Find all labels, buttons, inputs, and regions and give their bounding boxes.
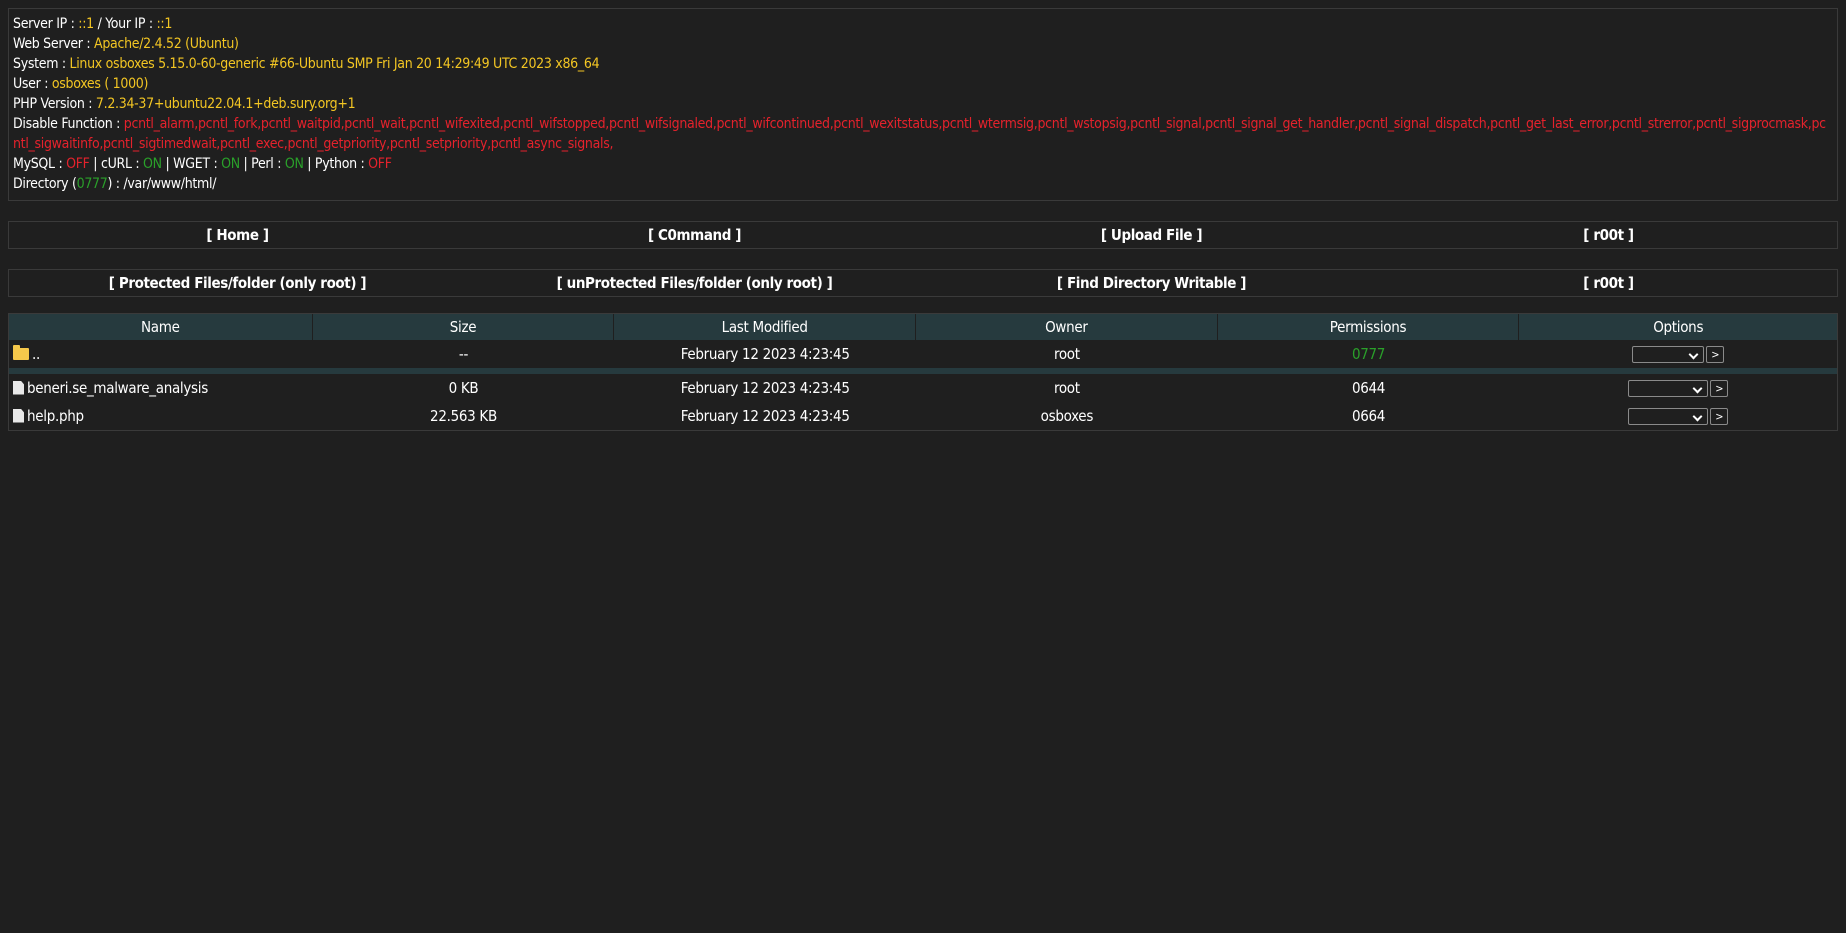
options-select[interactable] bbox=[1628, 380, 1709, 397]
file-owner: root bbox=[1053, 379, 1080, 397]
page: Server IP : ::1 / Your IP : ::1 Web Serv… bbox=[0, 0, 1846, 431]
file-size: 22.563 KB bbox=[430, 407, 497, 425]
file-size: 0 KB bbox=[448, 379, 479, 397]
file-table-header: Name Size Last Modified Owner Permission… bbox=[9, 314, 1837, 340]
file-options: > bbox=[1519, 407, 1837, 425]
file-options: > bbox=[1519, 379, 1837, 397]
header-last-modified: Last Modified bbox=[614, 314, 917, 340]
header-name: Name bbox=[9, 314, 313, 340]
header-permissions: Permissions bbox=[1218, 314, 1520, 340]
file-size: -- bbox=[458, 345, 469, 363]
nav-command-link[interactable]: [ C0mmand ] bbox=[466, 226, 923, 244]
file-modified: February 12 2023 4:23:45 bbox=[680, 345, 850, 363]
options-go-button[interactable]: > bbox=[1706, 346, 1725, 363]
file-name-cell[interactable]: beneri.se_malware_analysis bbox=[9, 379, 313, 397]
python-status: OFF bbox=[368, 156, 392, 172]
header-owner: Owner bbox=[916, 314, 1218, 340]
server-ip-value: ::1 bbox=[78, 16, 94, 32]
header-options: Options bbox=[1653, 318, 1704, 336]
perl-status: ON bbox=[284, 156, 304, 172]
table-row-parent: .. -- February 12 2023 4:23:45 root 0777… bbox=[9, 340, 1837, 368]
file-permission[interactable]: 0777 bbox=[1218, 345, 1520, 363]
file-icon bbox=[13, 380, 24, 395]
nav-upload-file-link[interactable]: [ Upload File ] bbox=[923, 226, 1380, 244]
options-select[interactable] bbox=[1632, 346, 1705, 363]
file-name-link[interactable]: beneri.se_malware_analysis bbox=[27, 379, 208, 397]
table-row: help.php 22.563 KB February 12 2023 4:23… bbox=[9, 402, 1837, 430]
php-version-row: PHP Version : 7.2.34-37+ubuntu22.04.1+de… bbox=[13, 96, 356, 112]
file-permission[interactable]: 0644 bbox=[1218, 379, 1520, 397]
options-go-button[interactable]: > bbox=[1710, 408, 1729, 425]
file-owner: osboxes bbox=[1040, 407, 1094, 425]
file-table: Name Size Last Modified Owner Permission… bbox=[8, 313, 1838, 431]
main-nav: [ Home ] [ C0mmand ] [ Upload File ] [ r… bbox=[8, 221, 1838, 249]
folder-icon bbox=[13, 344, 29, 360]
web-server-value: Apache/2.4.52 (Ubuntu) bbox=[94, 36, 239, 52]
user-value: osboxes bbox=[51, 76, 101, 92]
header-size: Size bbox=[313, 314, 615, 340]
file-name-cell[interactable]: .. bbox=[9, 344, 313, 363]
curl-status: ON bbox=[143, 156, 162, 172]
directory-row: Directory (0777) : /var/www/html/ bbox=[13, 176, 217, 192]
web-server-row: Web Server : Apache/2.4.52 (Ubuntu) bbox=[13, 36, 239, 52]
mysql-status: OFF bbox=[66, 156, 90, 172]
secondary-nav: [ Protected Files/folder (only root) ] [… bbox=[8, 269, 1838, 297]
file-modified: February 12 2023 4:23:45 bbox=[680, 379, 850, 397]
user-row: User : osboxes ( 1000) bbox=[13, 76, 149, 92]
php-version-value: 7.2.34-37+ubuntu22.04.1+deb.sury.org+1 bbox=[95, 96, 356, 112]
disable-function-value: pcntl_alarm,pcntl_fork,pcntl_waitpid,pcn… bbox=[13, 116, 1826, 152]
disable-function-row: Disable Function : pcntl_alarm,pcntl_for… bbox=[13, 116, 1826, 152]
file-modified: February 12 2023 4:23:45 bbox=[680, 407, 850, 425]
file-permission[interactable]: 0664 bbox=[1218, 407, 1520, 425]
uid-value: ( 1000) bbox=[100, 76, 149, 92]
options-go-button[interactable]: > bbox=[1710, 380, 1729, 397]
server-ip-row: Server IP : ::1 / Your IP : ::1 bbox=[13, 16, 173, 32]
file-name-cell[interactable]: help.php bbox=[9, 407, 313, 425]
nav-protected-files-link[interactable]: [ Protected Files/folder (only root) ] bbox=[9, 274, 466, 292]
file-owner: root bbox=[1053, 345, 1080, 363]
nav-home-link[interactable]: [ Home ] bbox=[9, 226, 466, 244]
wget-status: ON bbox=[221, 156, 240, 172]
system-value: Linux osboxes 5.15.0-60-generic #66-Ubun… bbox=[69, 56, 600, 72]
nav-root-link[interactable]: [ r00t ] bbox=[1380, 226, 1837, 244]
modules-row: MySQL : OFF | cURL : ON | WGET : ON | Pe… bbox=[13, 156, 392, 172]
directory-path-link[interactable]: /var/www/html/ bbox=[123, 176, 216, 192]
file-options: > bbox=[1519, 345, 1837, 363]
nav-find-writable-link[interactable]: [ Find Directory Writable ] bbox=[923, 274, 1380, 292]
your-ip-value: ::1 bbox=[156, 16, 173, 32]
table-row: beneri.se_malware_analysis 0 KB February… bbox=[9, 374, 1837, 402]
system-row: System : Linux osboxes 5.15.0-60-generic… bbox=[13, 56, 600, 72]
file-icon bbox=[13, 408, 24, 423]
nav-unprotected-files-link[interactable]: [ unProtected Files/folder (only root) ] bbox=[466, 274, 923, 292]
file-name-link[interactable]: .. bbox=[32, 345, 40, 363]
file-name-link[interactable]: help.php bbox=[27, 407, 84, 425]
options-select[interactable] bbox=[1628, 408, 1709, 425]
server-info-panel: Server IP : ::1 / Your IP : ::1 Web Serv… bbox=[8, 8, 1838, 201]
directory-permission: 0777 bbox=[76, 176, 108, 192]
nav-root-link-2[interactable]: [ r00t ] bbox=[1380, 274, 1837, 292]
